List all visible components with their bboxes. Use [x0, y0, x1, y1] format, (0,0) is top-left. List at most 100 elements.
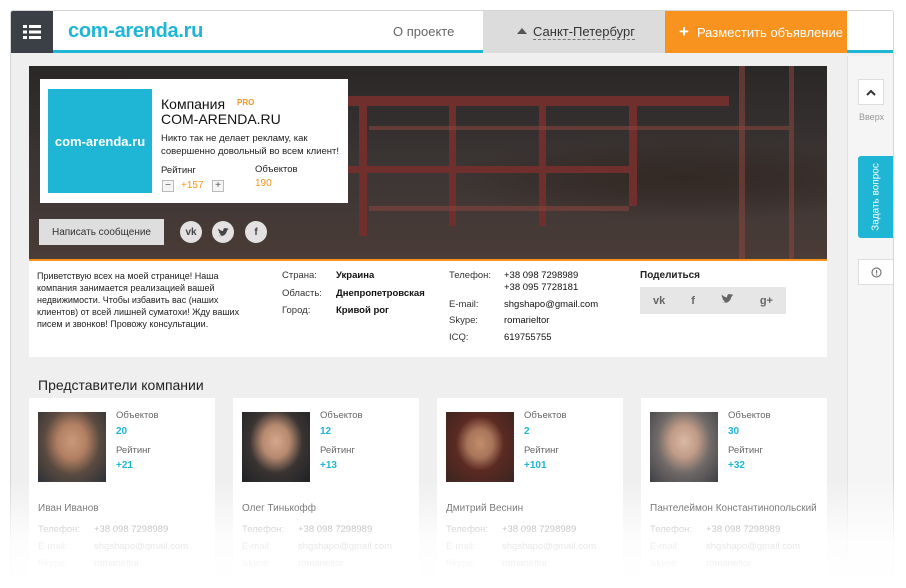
- skype-value: romarieltor: [706, 558, 752, 569]
- site-logo[interactable]: com-arenda.ru: [68, 20, 203, 43]
- email-label: E-mail:: [449, 299, 479, 310]
- skype-label: Skype:: [650, 558, 680, 569]
- menu-icon: [23, 25, 41, 39]
- info-icon: [871, 266, 882, 278]
- city-label: Город:: [282, 305, 311, 316]
- vk-icon[interactable]: vk: [653, 295, 665, 307]
- phone-label: Телефон:: [446, 524, 489, 535]
- rating-value: +21: [116, 460, 133, 471]
- phone-value-2: +38 095 7728181: [504, 282, 579, 293]
- avatar: [650, 412, 718, 482]
- objects-label: Объектов: [524, 410, 567, 421]
- company-card: com-arenda.ru Компания PRO COM-ARENDA.RU…: [40, 79, 348, 203]
- twitter-icon[interactable]: [721, 294, 734, 307]
- region-value: Днепропетровская: [336, 288, 425, 299]
- icq-label: ICQ:: [449, 332, 469, 343]
- skype-value: romarieltor: [504, 315, 550, 326]
- objects-value: 2: [524, 426, 530, 437]
- representative-card[interactable]: Объектов 2 Рейтинг +101 Дмитрий Веснин Т…: [437, 398, 623, 583]
- skype-value: romarieltor: [502, 558, 548, 569]
- rating-value: +13: [320, 460, 337, 471]
- ask-question-button[interactable]: Задать вопрос: [858, 156, 893, 238]
- email-value[interactable]: shgshapo@gmail.com: [504, 299, 598, 310]
- info-button[interactable]: [858, 259, 893, 285]
- right-sidebar: [847, 56, 893, 583]
- rating-value: +32: [728, 460, 745, 471]
- ask-question-label: Задать вопрос: [870, 163, 882, 231]
- representative-card[interactable]: Объектов 20 Рейтинг +21 Иван Иванов Теле…: [29, 398, 215, 583]
- facebook-icon[interactable]: f: [245, 221, 267, 243]
- rating-label: Рейтинг: [161, 165, 196, 176]
- email-label: E-mail:: [242, 541, 272, 552]
- rating-label: Рейтинг: [320, 445, 355, 456]
- vk-icon[interactable]: vk: [180, 221, 202, 243]
- email-label: E-mail:: [650, 541, 680, 552]
- region-label: Область:: [282, 288, 322, 299]
- phone-label: Телефон:: [242, 524, 285, 535]
- phone-label: Телефон:: [38, 524, 81, 535]
- triangle-up-icon: [517, 28, 527, 34]
- scroll-up-label: Вверх: [859, 112, 885, 122]
- post-ad-label: Разместить объявление: [696, 24, 843, 40]
- email-value[interactable]: shgshapo@gmail.com: [94, 541, 188, 552]
- email-value[interactable]: shgshapo@gmail.com: [706, 541, 800, 552]
- phone-value: +38 098 7298989: [94, 524, 169, 535]
- top-bar: com-arenda.ru О проекте Санкт-Петербург …: [11, 11, 893, 53]
- scroll-up-button[interactable]: [858, 79, 884, 105]
- email-value[interactable]: shgshapo@gmail.com: [298, 541, 392, 552]
- about-link[interactable]: О проекте: [393, 24, 454, 39]
- avatar: [242, 412, 310, 482]
- objects-label: Объектов: [255, 164, 298, 175]
- company-info-panel: Приветствую всех на моей странице! Наша …: [29, 261, 827, 357]
- write-message-button[interactable]: Написать сообщение: [39, 219, 164, 245]
- rep-name[interactable]: Олег Тинькофф: [242, 503, 316, 514]
- plus-icon: +: [679, 22, 689, 41]
- company-name: COM-ARENDA.RU: [161, 111, 281, 127]
- email-value[interactable]: shgshapo@gmail.com: [502, 541, 596, 552]
- skype-label: Skype:: [242, 558, 272, 569]
- google-plus-icon[interactable]: g+: [760, 295, 773, 307]
- phone-value: +38 098 7298989: [298, 524, 373, 535]
- rep-name[interactable]: Дмитрий Веснин: [446, 503, 523, 514]
- rating-label: Рейтинг: [728, 445, 763, 456]
- rating-plus-button[interactable]: +: [212, 180, 224, 192]
- skype-value: romarieltor: [94, 558, 140, 569]
- skype-label: Skype:: [449, 315, 479, 326]
- objects-value: 190: [255, 178, 272, 189]
- share-label: Поделиться: [640, 270, 701, 281]
- company-logo: com-arenda.ru: [48, 89, 152, 193]
- skype-label: Skype:: [446, 558, 476, 569]
- share-buttons: vk f g+: [640, 287, 786, 314]
- icq-value: 619755755: [504, 332, 552, 343]
- menu-button[interactable]: [11, 11, 53, 53]
- objects-label: Объектов: [116, 410, 159, 421]
- email-label: E-mail:: [446, 541, 476, 552]
- objects-value: 12: [320, 426, 332, 437]
- company-title-prefix: Компания: [161, 96, 226, 112]
- rating-value: +101: [524, 460, 547, 471]
- phone-value-1: +38 098 7298989: [504, 270, 579, 281]
- rating-minus-button[interactable]: −: [162, 180, 174, 192]
- post-ad-button[interactable]: + Разместить объявление: [665, 11, 847, 53]
- city-value: Кривой рог: [336, 305, 390, 316]
- rating-label: Рейтинг: [524, 445, 559, 456]
- facebook-icon[interactable]: f: [691, 295, 695, 307]
- objects-value: 30: [728, 426, 740, 437]
- rep-name[interactable]: Пантелеймон Константинопольский: [650, 503, 817, 514]
- skype-label: Skype:: [38, 558, 68, 569]
- objects-value: 20: [116, 426, 128, 437]
- company-description: Никто так не делает рекламу, как соверше…: [161, 133, 339, 157]
- rep-name[interactable]: Иван Иванов: [38, 503, 99, 514]
- country-value: Украина: [336, 270, 375, 281]
- phone-value: +38 098 7298989: [706, 524, 781, 535]
- skype-value: romarieltor: [298, 558, 344, 569]
- avatar: [38, 412, 106, 482]
- rating-value: +157: [181, 180, 204, 191]
- twitter-icon[interactable]: [212, 221, 234, 243]
- phone-label: Телефон:: [449, 270, 492, 281]
- representative-card[interactable]: Объектов 12 Рейтинг +13 Олег Тинькофф Те…: [233, 398, 419, 583]
- representative-card[interactable]: Объектов 30 Рейтинг +32 Пантелеймон Конс…: [641, 398, 827, 583]
- chevron-up-icon: [866, 89, 876, 96]
- city-selector[interactable]: Санкт-Петербург: [483, 11, 665, 53]
- phone-value: +38 098 7298989: [502, 524, 577, 535]
